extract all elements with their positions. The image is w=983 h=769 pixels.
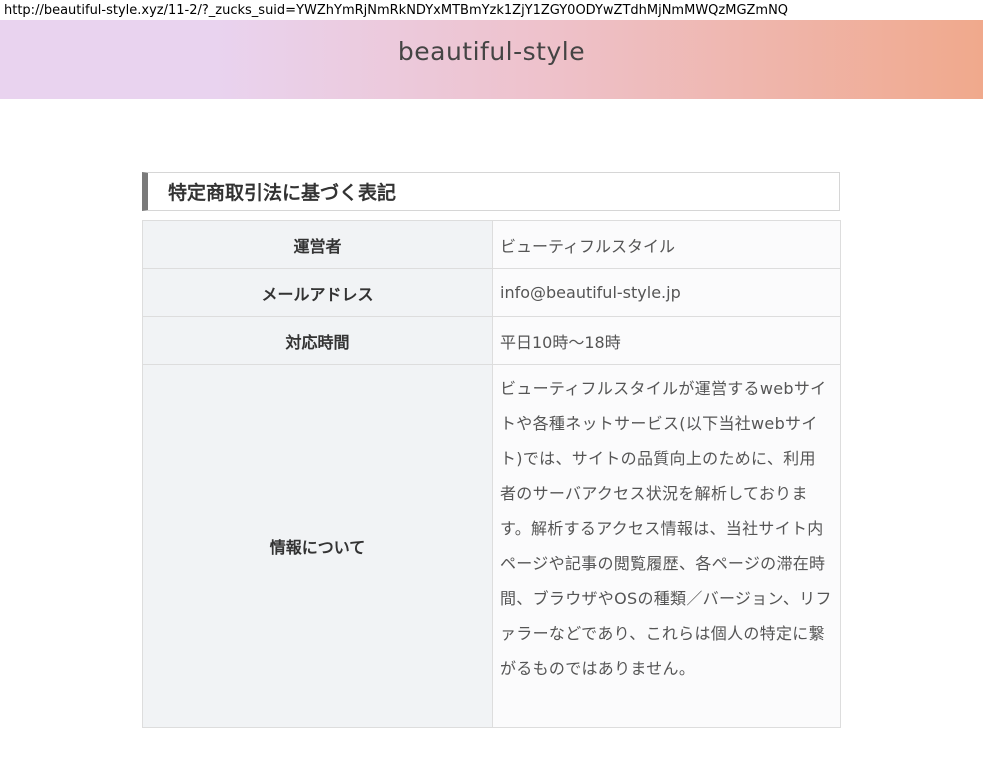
site-title-link[interactable]: beautiful-style xyxy=(398,37,585,66)
table-row: 情報について ビューティフルスタイルが運営するwebサイトや各種ネットサービス(… xyxy=(142,364,841,728)
site-header: beautiful-style xyxy=(0,20,983,99)
row-value-information: ビューティフルスタイルが運営するwebサイトや各種ネットサービス(以下当社web… xyxy=(492,364,841,728)
legal-info-table: 運営者 ビューティフルスタイル メールアドレス info@beautiful-s… xyxy=(142,220,841,728)
row-label-email: メールアドレス xyxy=(142,268,493,317)
row-value-hours: 平日10時〜18時 xyxy=(492,316,841,365)
row-value-operator: ビューティフルスタイル xyxy=(492,220,841,269)
table-row: 運営者 ビューティフルスタイル xyxy=(142,220,841,269)
row-label-operator: 運営者 xyxy=(142,220,493,269)
address-bar-url[interactable]: http://beautiful-style.xyz/11-2/?_zucks_… xyxy=(4,2,979,20)
table-row: メールアドレス info@beautiful-style.jp xyxy=(142,268,841,317)
row-value-email: info@beautiful-style.jp xyxy=(492,268,841,317)
page-title: 特定商取引法に基づく表記 xyxy=(142,171,840,211)
row-label-information: 情報について xyxy=(142,364,493,728)
table-row: 対応時間 平日10時〜18時 xyxy=(142,316,841,365)
row-label-hours: 対応時間 xyxy=(142,316,493,365)
